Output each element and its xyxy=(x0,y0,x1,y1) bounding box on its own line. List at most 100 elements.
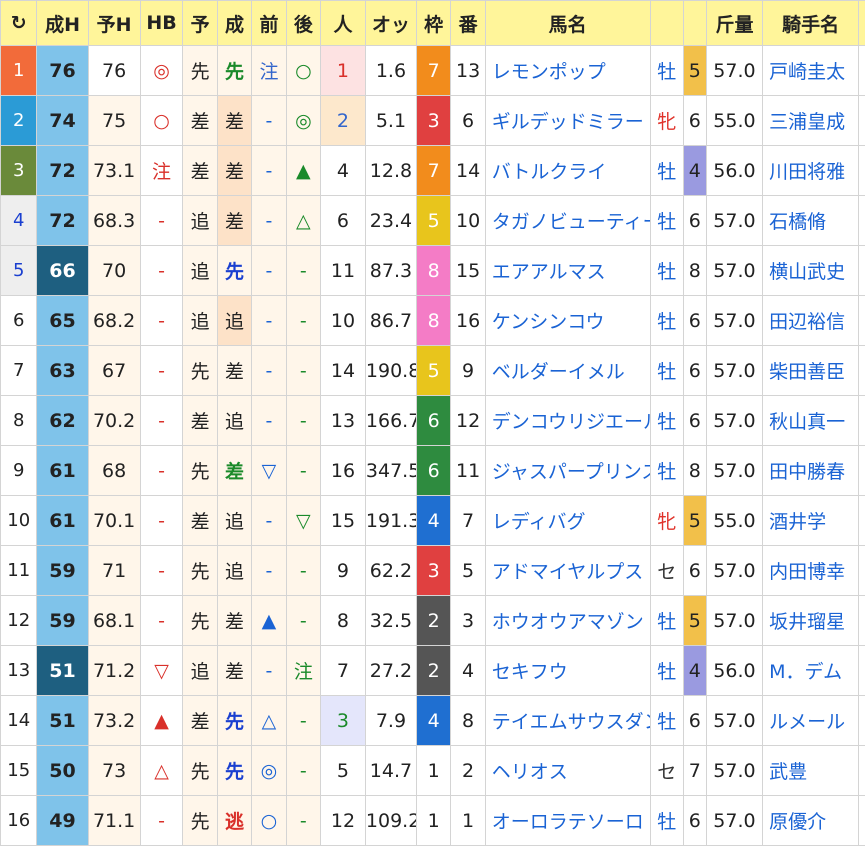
cell-jockey[interactable]: M．デム xyxy=(762,645,860,696)
header-waku[interactable]: 枠 xyxy=(415,0,452,46)
table-row[interactable]: 3 72 73.1 注差差 - ▲ 4 12.8 7 14 バトルクライ牡 4 56.0 川田将雅 xyxy=(0,145,865,196)
cell-name[interactable]: エアアルマス xyxy=(484,245,651,296)
header-ato[interactable]: 後 xyxy=(285,0,322,46)
table-row[interactable]: 2 74 75 ○ 差差 - ◎ 2 5.1 3 6 ギルデッドミラー牝 6 55.0 三浦皇成 xyxy=(0,95,865,146)
cell-waku: 6 xyxy=(415,445,452,496)
table-row[interactable]: 10 61 70.1- 差追 - ▽ 15 191.3 4 7 レディバグ牝 5 55.0 酒井学 xyxy=(0,495,865,546)
cell-yo: 先 xyxy=(182,545,218,596)
table-row[interactable]: 14 51 73.2 ▲ 差先 △ -3 7.9 4 8 テイエムサウスダン牡 6 57.0 ルメール xyxy=(0,695,865,746)
header-mae[interactable]: 前 xyxy=(251,0,287,46)
cell-name[interactable]: レモンポップ xyxy=(484,45,651,96)
cell-name[interactable]: ホウオウアマゾン xyxy=(484,595,651,646)
cell-name[interactable]: ヘリオス xyxy=(484,745,651,796)
cell-jockey[interactable]: 酒井学 xyxy=(762,495,860,546)
cell-ban: 15 xyxy=(450,245,486,296)
cell-name[interactable]: アドマイヤルプス xyxy=(484,545,651,596)
cell-jockey[interactable]: 石橋脩 xyxy=(762,195,860,246)
cell-odds: 27.2 xyxy=(364,645,417,696)
cell-seih: 59 xyxy=(36,595,89,646)
cell-odds: 1.6 xyxy=(364,45,417,96)
cell-odds: 62.2 xyxy=(364,545,417,596)
cell-hb: 注 xyxy=(139,145,184,196)
cell-jockey[interactable]: ルメール xyxy=(762,695,860,746)
table-row[interactable]: 16 49 71.1- 先逃 ○ -12 109.2 1 1 オーロラテソーロ牡 6 57.0 原優介 xyxy=(0,795,865,846)
table-row[interactable]: 13 51 71.2 ▽ 追差 - 注 7 27.2 2 4 セキフウ牡 4 56.0 M．デム xyxy=(0,645,865,696)
cell-name[interactable]: ケンシンコウ xyxy=(484,295,651,346)
cell-extra xyxy=(858,145,865,196)
cell-mae: ▽ xyxy=(251,445,287,496)
table-row[interactable]: 8 62 70.2- 差追 - -13 166.7 6 12 デンコウリジエール牡 6 57.0 秋山真… xyxy=(0,395,865,446)
cell-name[interactable]: ギルデッドミラー xyxy=(484,95,651,146)
header-odds[interactable]: オッ xyxy=(364,0,417,46)
cell-jockey[interactable]: 横山武史 xyxy=(762,245,860,296)
reload-icon[interactable]: ↻ xyxy=(0,0,38,46)
cell-jockey[interactable]: 内田博幸 xyxy=(762,545,860,596)
cell-jockey[interactable]: 武豊 xyxy=(762,745,860,796)
table-row[interactable]: 6 65 68.2- 追追 - -10 86.7 8 16 ケンシンコウ牡 6 57.0 田辺裕信 xyxy=(0,295,865,346)
cell-name[interactable]: セキフウ xyxy=(484,645,651,696)
cell-name[interactable]: テイエムサウスダン xyxy=(484,695,651,746)
cell-yoh: 70.1 xyxy=(87,495,141,546)
cell-sei: 差 xyxy=(216,645,253,696)
header-jockey[interactable]: 騎手名 xyxy=(762,0,860,46)
cell-mae: ◎ xyxy=(251,745,287,796)
cell-name[interactable]: ベルダーイメル xyxy=(484,345,651,396)
cell-sex: 牡 xyxy=(649,795,684,846)
cell-ban: 6 xyxy=(450,95,486,146)
cell-yoh: 76 xyxy=(87,45,141,96)
cell-hb: - xyxy=(139,595,184,646)
cell-hb: ▽ xyxy=(139,645,184,696)
cell-jockey[interactable]: 田中勝春 xyxy=(762,445,860,496)
cell-mae: - xyxy=(251,195,287,246)
table-row[interactable]: 1 76 76 ◎ 先先注 ○ 1 1.6 7 13 レモンポップ牡 5 57.0 戸崎圭太 xyxy=(0,45,865,96)
cell-jockey[interactable]: 柴田善臣 xyxy=(762,345,860,396)
cell-jockey[interactable]: 戸崎圭太 xyxy=(762,45,860,96)
table-row[interactable]: 12 59 68.1- 先差 ▲ -8 32.5 2 3 ホウオウアマゾン牡 5 57.0 坂井瑠星 xyxy=(0,595,865,646)
cell-age: 4 xyxy=(682,645,707,696)
cell-kinryo: 57.0 xyxy=(705,445,764,496)
cell-mae: ▲ xyxy=(251,595,287,646)
header-weight[interactable]: 斤量 xyxy=(705,0,764,46)
table-row[interactable]: 9 61 68- 先差 ▽ -16 347.5 6 11 ジャスパープリンス牡 8 57.0 田中勝春 xyxy=(0,445,865,496)
cell-sei: 差 xyxy=(216,95,253,146)
header-popularity[interactable]: 人 xyxy=(320,0,366,46)
cell-sei: 先 xyxy=(216,745,253,796)
cell-sex: 牡 xyxy=(649,445,684,496)
header-seih[interactable]: 成H xyxy=(36,0,89,46)
header-hb[interactable]: HB xyxy=(139,0,184,46)
cell-name[interactable]: デンコウリジエール xyxy=(484,395,651,446)
cell-seih: 61 xyxy=(36,445,89,496)
cell-rank: 7 xyxy=(0,345,38,396)
table-row[interactable]: 7 63 67- 先差 - -14 190.8 5 9 ベルダーイメル牡 6 57.0 柴田善臣 xyxy=(0,345,865,396)
cell-yo: 差 xyxy=(182,495,218,546)
cell-jockey[interactable]: 坂井瑠星 xyxy=(762,595,860,646)
header-horse-name[interactable]: 馬名 xyxy=(484,0,651,46)
cell-jockey[interactable]: 秋山真一 xyxy=(762,395,860,446)
cell-ato: - xyxy=(285,295,322,346)
cell-ban: 8 xyxy=(450,695,486,746)
cell-name[interactable]: バトルクライ xyxy=(484,145,651,196)
table-row[interactable]: 4 72 68.3- 追差 - △ 6 23.4 5 10 タガノビューティー牡 6 57.0 石橋脩 xyxy=(0,195,865,246)
cell-yo: 差 xyxy=(182,695,218,746)
cell-waku: 5 xyxy=(415,345,452,396)
cell-name[interactable]: オーロラテソーロ xyxy=(484,795,651,846)
cell-name[interactable]: レディバグ xyxy=(484,495,651,546)
header-age[interactable] xyxy=(682,0,707,46)
header-sex[interactable] xyxy=(649,0,684,46)
table-row[interactable]: 11 59 71- 先追 - -9 62.2 3 5 アドマイヤルプスセ 6 57.0 内田博幸 xyxy=(0,545,865,596)
cell-jockey[interactable]: 川田将雅 xyxy=(762,145,860,196)
cell-name[interactable]: ジャスパープリンス xyxy=(484,445,651,496)
cell-hb: - xyxy=(139,445,184,496)
cell-jockey[interactable]: 田辺裕信 xyxy=(762,295,860,346)
table-row[interactable]: 5 66 70- 追先 - -11 87.3 8 15 エアアルマス牡 8 57.0 横山武史 xyxy=(0,245,865,296)
cell-hb: - xyxy=(139,795,184,846)
header-yoh[interactable]: 予H xyxy=(87,0,141,46)
cell-jockey[interactable]: 原優介 xyxy=(762,795,860,846)
cell-name[interactable]: タガノビューティー xyxy=(484,195,651,246)
table-row[interactable]: 15 50 73 △ 先先 ◎ -5 14.7 1 2 ヘリオスセ 7 57.0 武豊 xyxy=(0,745,865,796)
header-sei[interactable]: 成 xyxy=(216,0,253,46)
cell-ban: 16 xyxy=(450,295,486,346)
header-yo[interactable]: 予 xyxy=(182,0,218,46)
cell-jockey[interactable]: 三浦皇成 xyxy=(762,95,860,146)
header-number[interactable]: 番 xyxy=(450,0,486,46)
